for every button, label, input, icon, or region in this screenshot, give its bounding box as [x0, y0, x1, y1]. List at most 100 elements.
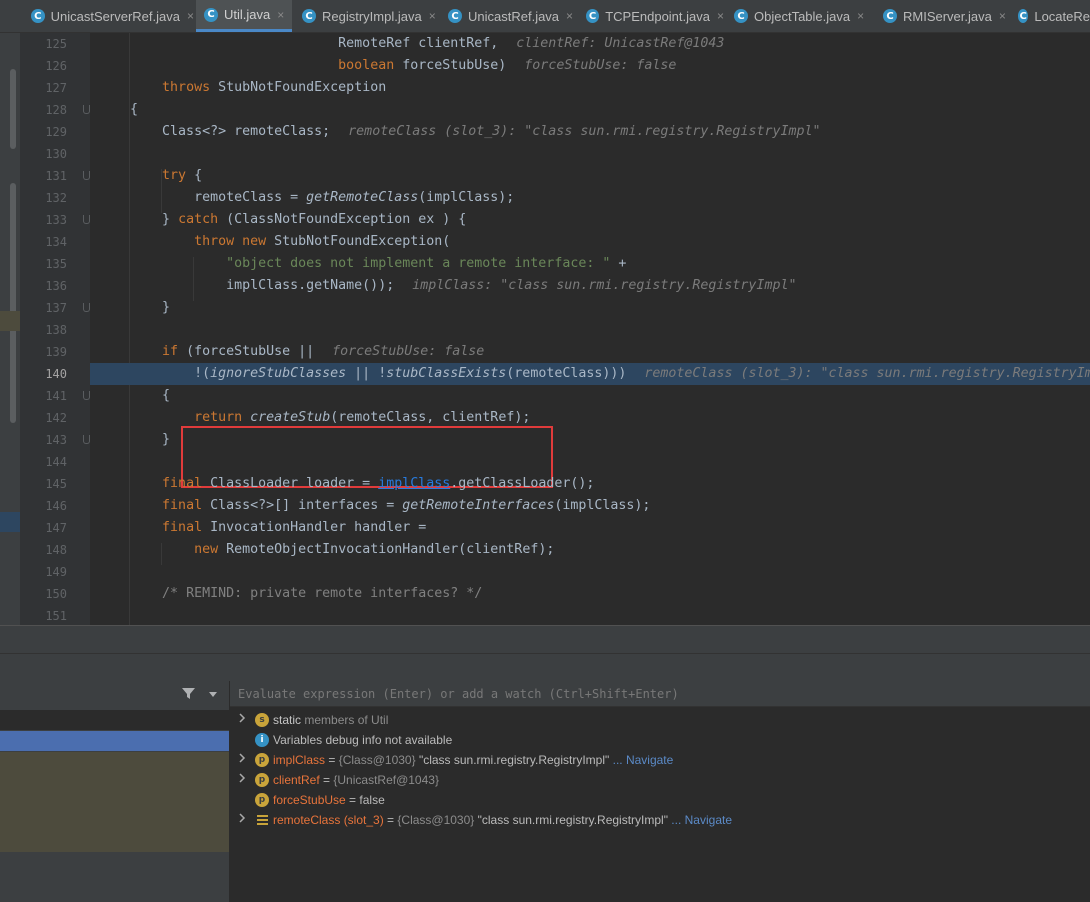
variable-equals: =	[319, 773, 334, 787]
tab-rmiserver-java[interactable]: C RMIServer.java ×	[875, 0, 1008, 32]
code-line[interactable]: }	[90, 429, 1090, 451]
code-line[interactable]: final InvocationHandler handler =	[90, 517, 1090, 539]
code-line[interactable]: } catch (ClassNotFoundException ex ) {	[90, 209, 1090, 231]
variable-row[interactable]: remoteClass (slot_3) = {Class@1030} "cla…	[230, 810, 1090, 830]
chevron-right-icon[interactable]	[238, 810, 248, 830]
class-file-icon: C	[586, 9, 600, 23]
line-number-gutter[interactable]: 125 126 127 128 129 130 131 132 133 134 135 136 137 1…	[20, 33, 90, 625]
tab-unicastref-java[interactable]: C UnicastRef.java ×	[440, 0, 576, 32]
code-token: Class<?>[] interfaces =	[202, 498, 403, 513]
code-line[interactable]	[90, 319, 1090, 341]
field-icon: p	[255, 793, 269, 807]
scroll-marker[interactable]	[10, 69, 16, 149]
code-token: RemoteObjectInvocationHandler(clientRef)…	[218, 542, 555, 557]
code-token: boolean	[338, 58, 395, 73]
code-line[interactable]: "object does not implement a remote inte…	[90, 253, 1090, 275]
code-token: createStub	[250, 410, 331, 425]
code-token: stubClassExists	[386, 366, 507, 381]
frame-row[interactable]	[0, 710, 229, 730]
code-editor[interactable]: RemoteRef clientRef, clientRef: UnicastRe…	[90, 33, 1090, 625]
line-number: 137	[45, 301, 67, 315]
code-token: (implClass);	[554, 498, 651, 513]
variable-row[interactable]: p forceStubUse = false	[230, 790, 1090, 810]
code-line[interactable]: {	[90, 385, 1090, 407]
tab-registryimpl-java[interactable]: C RegistryImpl.java ×	[294, 0, 438, 32]
inline-value-hint: implClass: "class sun.rmi.registry.Regis…	[412, 278, 797, 293]
fold-marker-icon[interactable]	[83, 435, 90, 444]
code-line[interactable]: /* REMIND: private remote interfaces? */	[90, 583, 1090, 605]
inline-value-hint: clientRef: UnicastRef@1043	[516, 36, 725, 51]
code-line[interactable]: Class<?> remoteClass; remoteClass (slot_3…	[90, 121, 1090, 143]
fold-marker-icon[interactable]	[83, 303, 90, 312]
code-token: throws	[162, 80, 211, 95]
code-line[interactable]: implClass.getName()); implClass: "class s…	[90, 275, 1090, 297]
panel-divider[interactable]	[0, 625, 1090, 653]
navigate-link[interactable]: ... Navigate	[668, 813, 732, 827]
fold-marker-icon[interactable]	[83, 105, 90, 114]
frames-panel	[0, 681, 230, 902]
chevron-right-icon[interactable]	[238, 750, 248, 770]
variable-row[interactable]: s static members of Util	[230, 710, 1090, 730]
code-line[interactable]: final Class<?>[] interfaces = getRemoteI…	[90, 495, 1090, 517]
frame-row[interactable]	[0, 752, 229, 852]
navigate-link[interactable]: ... Navigate	[609, 753, 674, 767]
filter-icon[interactable]	[182, 687, 195, 704]
code-line[interactable]: new RemoteObjectInvocationHandler(client…	[90, 539, 1090, 561]
line-number: 125	[45, 37, 67, 51]
code-line[interactable]: throw new StubNotFoundException(	[90, 231, 1090, 253]
variable-type: {Class@1030}	[397, 813, 475, 827]
code-line[interactable]: throws StubNotFoundException	[90, 77, 1090, 99]
code-line[interactable]	[90, 561, 1090, 583]
close-icon[interactable]: ×	[429, 9, 436, 23]
close-icon[interactable]: ×	[717, 9, 724, 23]
tab-locatere[interactable]: C LocateRe	[1010, 0, 1090, 32]
code-line[interactable]: }	[90, 297, 1090, 319]
code-line[interactable]: try {	[90, 165, 1090, 187]
code-line[interactable]: if (forceStubUse || forceStubUse: false	[90, 341, 1090, 363]
variable-row[interactable]: p clientRef = {UnicastRef@1043}	[230, 770, 1090, 790]
fold-marker-icon[interactable]	[83, 391, 90, 400]
variable-row[interactable]: p implClass = {Class@1030} "class sun.rmi…	[230, 750, 1090, 770]
tab-tcpendpoint-java[interactable]: C TCPEndpoint.java ×	[578, 0, 724, 32]
tab-util-java[interactable]: C Util.java ×	[196, 0, 292, 32]
close-icon[interactable]: ×	[277, 8, 284, 22]
code-line[interactable]: remoteClass = getRemoteClass(implClass);	[90, 187, 1090, 209]
tab-unicastserverref-java[interactable]: C UnicastServerRef.java ×	[23, 0, 194, 32]
fold-marker-icon[interactable]	[83, 215, 90, 224]
code-line[interactable]	[90, 451, 1090, 473]
variable-desc: members of Util	[301, 713, 389, 727]
code-line[interactable]: {	[90, 99, 1090, 121]
code-token: (implClass);	[418, 190, 515, 205]
code-token: StubNotFoundException(	[266, 234, 451, 249]
chevron-right-icon[interactable]	[238, 770, 248, 790]
code-line[interactable]: return createStub(remoteClass, clientRef…	[90, 407, 1090, 429]
code-line[interactable]: boolean forceStubUse) forceStubUse: false	[90, 55, 1090, 77]
code-token: (remoteClass, clientRef);	[330, 410, 531, 425]
chevron-right-icon[interactable]	[238, 710, 248, 730]
frame-row-selected[interactable]	[0, 731, 229, 751]
line-number: 145	[45, 477, 67, 491]
class-file-icon: C	[883, 9, 897, 23]
evaluate-expression-input[interactable]: Evaluate expression (Enter) or add a wat…	[230, 681, 1090, 707]
code-line[interactable]: RemoteRef clientRef, clientRef: UnicastRe…	[90, 33, 1090, 55]
close-icon[interactable]: ×	[187, 9, 194, 23]
code-line[interactable]: !(ignoreStubClasses || !stubClassExists(…	[90, 363, 1090, 385]
variable-row[interactable]: i Variables debug info not available	[230, 730, 1090, 750]
line-number: 126	[45, 59, 67, 73]
close-icon[interactable]: ×	[999, 9, 1006, 23]
code-line[interactable]	[90, 605, 1090, 625]
variables-panel: Evaluate expression (Enter) or add a wat…	[230, 681, 1090, 902]
tab-objecttable-java[interactable]: C ObjectTable.java ×	[726, 0, 873, 32]
code-token: return	[194, 410, 243, 425]
code-line[interactable]	[90, 143, 1090, 165]
code-line[interactable]: final ClassLoader loader = implClass.get…	[90, 473, 1090, 495]
scroll-marker[interactable]	[10, 183, 16, 423]
fold-marker-icon[interactable]	[83, 171, 90, 180]
close-icon[interactable]: ×	[566, 9, 573, 23]
tab-label: TCPEndpoint.java	[605, 8, 710, 24]
code-token: throw new	[194, 234, 267, 249]
chevron-down-icon[interactable]	[208, 688, 218, 703]
close-icon[interactable]: ×	[857, 9, 864, 23]
